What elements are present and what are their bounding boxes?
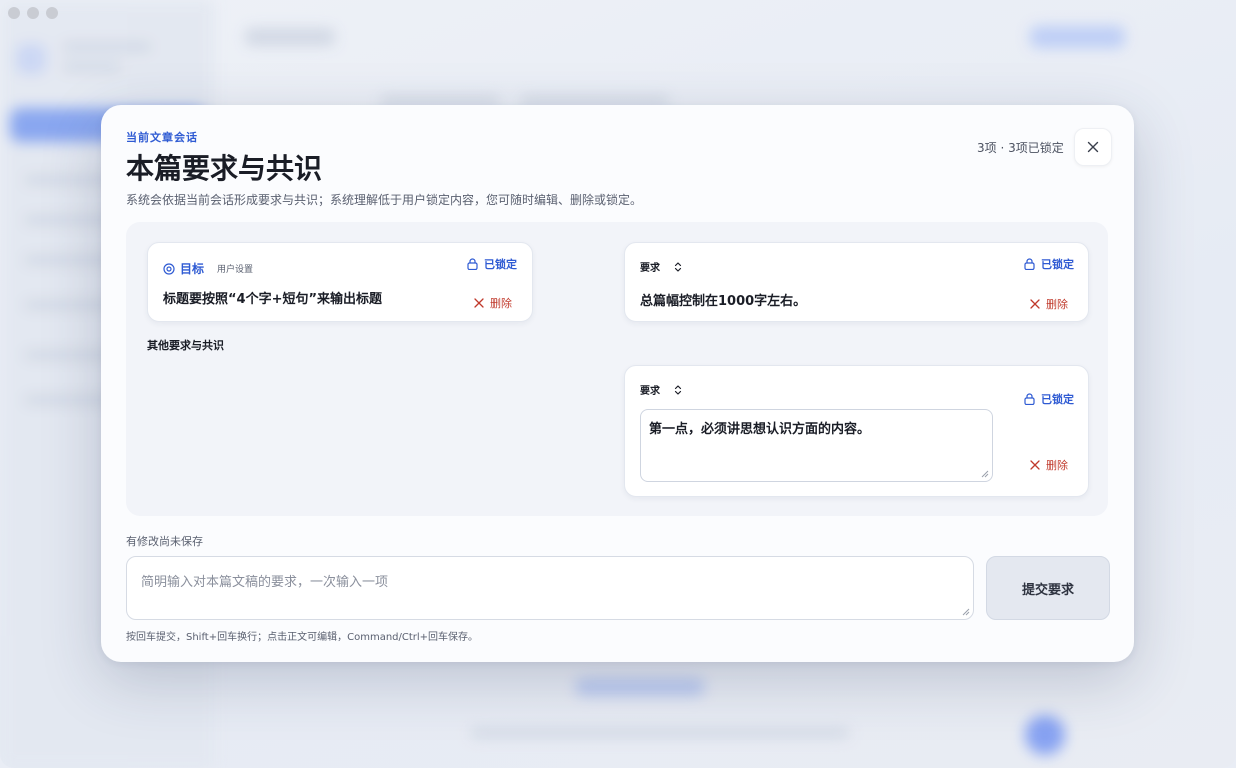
input-placeholder: 简明输入对本篇文稿的要求，一次输入一项: [141, 575, 389, 590]
requirement-card: 目标 用户设置 已锁定 标题要按照“4个字+短句”来输出标题 删除: [147, 242, 533, 322]
delete-x-icon: [1030, 299, 1040, 309]
lock-icon: [467, 258, 478, 270]
delete-label: 删除: [490, 297, 512, 310]
close-icon: [1087, 141, 1099, 153]
background-line: [470, 728, 850, 738]
card-edit-textarea[interactable]: 第一点，必须讲思想认识方面的内容。: [640, 409, 993, 482]
card-type-text: 目标: [180, 262, 205, 276]
delete-label: 删除: [1046, 459, 1068, 472]
window-controls: [8, 7, 58, 19]
requirement-input[interactable]: 简明输入对本篇文稿的要求，一次输入一项: [126, 556, 974, 620]
requirements-dialog: 当前文章会话 本篇要求与共识 系统会依据当前会话形成要求与共识；系统理解低于用户…: [101, 105, 1134, 662]
background-logo: [16, 44, 46, 74]
background-line: [245, 28, 335, 46]
delete-button[interactable]: 删除: [474, 295, 512, 311]
target-icon: [163, 262, 175, 275]
type-select[interactable]: 要求: [640, 382, 682, 397]
type-select[interactable]: 要求: [640, 259, 682, 274]
close-button[interactable]: [1074, 128, 1112, 166]
delete-label: 删除: [1046, 298, 1068, 311]
card-edit-text: 第一点，必须讲思想认识方面的内容。: [649, 422, 871, 437]
lock-toggle[interactable]: 已锁定: [467, 256, 517, 272]
lock-toggle[interactable]: 已锁定: [1024, 391, 1074, 407]
type-select-value: 要求: [640, 386, 660, 397]
lock-label: 已锁定: [1041, 393, 1074, 406]
resize-grip-icon[interactable]: [962, 608, 970, 616]
type-select-value: 要求: [640, 263, 660, 274]
keyboard-hint: 按回车提交，Shift+回车换行；点击正文可编辑，Command/Ctrl+回车…: [126, 632, 479, 643]
card-content[interactable]: 总篇幅控制在1000字左右。: [640, 290, 806, 309]
card-type-label: 目标: [163, 260, 204, 277]
delete-x-icon: [1030, 460, 1040, 470]
lock-icon: [1024, 258, 1035, 270]
requirement-card: 要求 第一点，必须讲思想认识方面的内容。 已锁定 删除: [624, 365, 1089, 497]
window-zoom-dot[interactable]: [46, 7, 58, 19]
background-button: [1030, 26, 1125, 48]
window-minimize-dot[interactable]: [27, 7, 39, 19]
lock-icon: [1024, 393, 1035, 405]
lock-label: 已锁定: [484, 258, 517, 271]
card-content[interactable]: 标题要按照“4个字+短句”来输出标题: [163, 288, 382, 307]
source-tag: 用户设置: [217, 265, 254, 275]
chevron-updown-icon: [674, 261, 682, 272]
window-close-dot[interactable]: [8, 7, 20, 19]
resize-grip-icon[interactable]: [981, 470, 989, 478]
background-line: [62, 42, 152, 52]
requirement-card: 要求 已锁定 总篇幅控制在1000字左右。 删除: [624, 242, 1089, 322]
delete-button[interactable]: 删除: [1030, 457, 1068, 473]
group-heading: 其他要求与共识: [147, 339, 224, 352]
dialog-description: 系统会依据当前会话形成要求与共识；系统理解低于用户锁定内容，您可随时编辑、删除或…: [126, 193, 643, 207]
lock-label: 已锁定: [1041, 258, 1074, 271]
background-fab: [1025, 715, 1065, 755]
item-counter: 3项 · 3项已锁定: [977, 141, 1064, 155]
submit-button[interactable]: 提交要求: [986, 556, 1110, 620]
background-line: [62, 62, 122, 72]
chevron-updown-icon: [674, 384, 682, 395]
delete-x-icon: [474, 298, 484, 308]
dialog-title: 本篇要求与共识: [126, 152, 323, 185]
dialog-eyebrow: 当前文章会话: [126, 131, 198, 144]
lock-toggle[interactable]: 已锁定: [1024, 256, 1074, 272]
delete-button[interactable]: 删除: [1030, 296, 1068, 312]
unsaved-status: 有修改尚未保存: [126, 535, 203, 548]
background-pill: [575, 678, 705, 696]
requirements-board: 目标 用户设置 已锁定 标题要按照“4个字+短句”来输出标题 删除 要求 已锁定…: [126, 222, 1108, 516]
